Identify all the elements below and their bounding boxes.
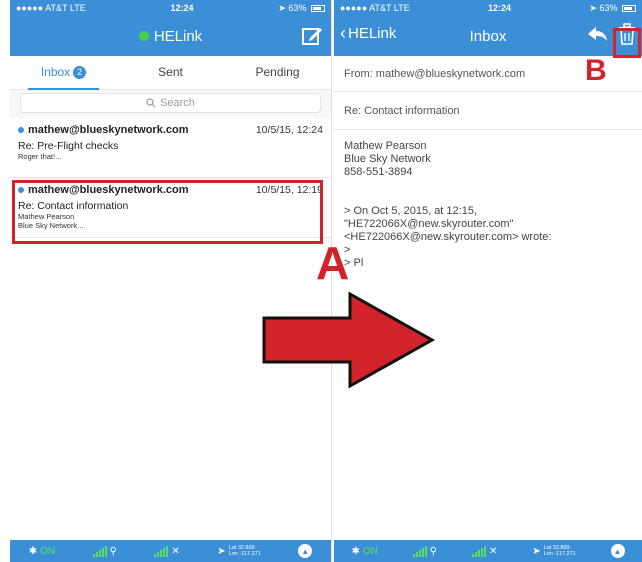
bottom-status-bar: ✱ ON ⚲ ✕ ➤ Lat 32.869 Lon -117.271 ▲ xyxy=(334,540,642,562)
online-status-icon xyxy=(138,31,149,41)
screen-title: Inbox xyxy=(469,27,507,45)
map-pin-icon: ⚲ xyxy=(429,545,438,557)
message-row[interactable]: mathew@blueskynetwork.com 10/5/15, 12:24… xyxy=(10,118,331,178)
battery-indicator: ➤ 63% xyxy=(589,3,636,14)
body-line: > Pl xyxy=(344,257,364,269)
message-subject: Re: Pre-Flight checks xyxy=(18,140,119,152)
back-button[interactable]: ‹ HELink xyxy=(340,24,396,42)
signal-bars-icon xyxy=(471,545,486,557)
signal-bars-icon xyxy=(92,545,107,557)
status-bar: ●●●●● AT&T LTE 12:24 ➤ 63% xyxy=(10,0,331,16)
navigation-arrow-icon: ➤ xyxy=(532,545,541,557)
message-sender: mathew@blueskynetwork.com xyxy=(28,124,189,136)
back-button-label: HELink xyxy=(348,24,397,42)
carrier-text: ●●●●● AT&T LTE xyxy=(16,3,86,13)
battery-icon xyxy=(310,4,325,12)
callout-label-a: A xyxy=(316,237,350,289)
email-body: Mathew Pearson Blue Sky Network 858-551-… xyxy=(334,130,642,280)
search-input[interactable]: Search xyxy=(20,93,321,113)
nav-bar: ‹ HELink Inbox xyxy=(334,16,642,56)
navigation-arrow-icon: ➤ xyxy=(217,545,226,557)
bluetooth-status[interactable]: ✱ ON xyxy=(351,546,377,557)
message-date: 10/5/15, 12:24 xyxy=(255,124,323,136)
from-address: mathew@blueskynetwork.com xyxy=(375,68,526,80)
callout-label-b: B xyxy=(585,54,607,87)
search-placeholder: Search xyxy=(160,97,195,109)
expand-up-icon[interactable]: ▲ xyxy=(298,544,313,558)
longitude-text: Lon -117.271 xyxy=(543,551,576,557)
satellite-icon: ✕ xyxy=(171,545,180,557)
unread-dot-icon xyxy=(18,127,24,133)
bottom-status-bar: ✱ ON ⚲ ✕ ➤ Lat 32.869 Lon -117.271 ▲ xyxy=(10,540,331,562)
expand-up-icon[interactable]: ▲ xyxy=(610,544,625,558)
body-line: > On Oct 5, 2015, at 12:15, xyxy=(344,205,478,217)
body-line: Blue Sky Network xyxy=(344,153,431,165)
satellite-signal[interactable]: ✕ xyxy=(154,545,180,557)
app-title: HELink xyxy=(138,27,203,45)
signal-bars-icon xyxy=(154,545,169,557)
tab-sent[interactable]: Sent xyxy=(117,56,224,90)
position-readout[interactable]: ➤ Lat 32.869 Lon -117.271 xyxy=(532,545,575,557)
tab-inbox[interactable]: Inbox 2 xyxy=(10,56,117,90)
position-readout[interactable]: ➤ Lat 32.869 Lon -117.271 xyxy=(217,545,260,557)
gps-signal[interactable]: ⚲ xyxy=(92,545,117,557)
body-line: <HE722066X@new.skyrouter.com> wrote: xyxy=(344,231,552,243)
compose-icon[interactable] xyxy=(301,25,323,47)
clock-text: 12:24 xyxy=(170,3,194,13)
reply-icon[interactable] xyxy=(586,24,608,44)
message-preview: Roger that!... xyxy=(18,152,62,161)
tab-pending[interactable]: Pending xyxy=(224,56,331,90)
transition-arrow-icon xyxy=(262,291,436,389)
body-line: 858-551-3894 xyxy=(344,166,413,178)
subject-field: Re: Contact information xyxy=(334,92,642,130)
tab-sent-label: Sent xyxy=(158,64,183,79)
chevron-left-icon: ‹ xyxy=(340,23,346,43)
bluetooth-icon: ✱ xyxy=(351,545,360,557)
highlight-trash-box xyxy=(613,28,641,58)
location-arrow-icon: ➤ xyxy=(589,2,597,13)
bluetooth-state: ON xyxy=(40,545,56,557)
satellite-signal[interactable]: ✕ xyxy=(471,545,498,557)
clock-text: 12:24 xyxy=(488,3,512,13)
body-line: > xyxy=(344,244,351,256)
search-icon xyxy=(146,98,156,108)
search-area: Search xyxy=(10,90,331,118)
body-line: "HE722066X@new.skyrouter.com" xyxy=(344,218,514,230)
bluetooth-status[interactable]: ✱ ON xyxy=(29,546,55,557)
body-line: Mathew Pearson xyxy=(344,140,427,152)
gps-signal[interactable]: ⚲ xyxy=(412,545,438,557)
app-title-text: HELink xyxy=(153,27,203,45)
mailbox-tabs: Inbox 2 Sent Pending xyxy=(10,56,331,90)
satellite-icon: ✕ xyxy=(488,545,498,557)
tab-inbox-label: Inbox xyxy=(40,64,71,79)
nav-bar: HELink xyxy=(10,16,331,56)
battery-percent: 63% xyxy=(288,2,307,13)
tab-pending-label: Pending xyxy=(255,64,300,79)
highlight-message-box xyxy=(12,180,323,244)
inbox-screen: ●●●●● AT&T LTE 12:24 ➤ 63% HELink Inbox 2 xyxy=(10,0,332,562)
unread-badge: 2 xyxy=(73,65,87,79)
tutorial-figure: ●●●●● AT&T LTE 12:24 ➤ 63% HELink Inbox 2 xyxy=(0,0,642,562)
carrier-text: ●●●●● AT&T LTE xyxy=(340,3,410,13)
bluetooth-icon: ✱ xyxy=(28,545,38,557)
status-bar: ●●●●● AT&T LTE 12:24 ➤ 63% xyxy=(334,0,642,16)
from-label: From: xyxy=(344,68,373,80)
location-arrow-icon: ➤ xyxy=(278,2,286,13)
bluetooth-state: ON xyxy=(362,545,378,557)
map-pin-icon: ⚲ xyxy=(109,545,117,557)
battery-indicator: ➤ 63% xyxy=(278,3,325,14)
battery-percent: 63% xyxy=(599,2,618,13)
signal-bars-icon xyxy=(412,545,427,557)
longitude-text: Lon -117.271 xyxy=(228,551,261,557)
battery-icon xyxy=(621,4,636,12)
